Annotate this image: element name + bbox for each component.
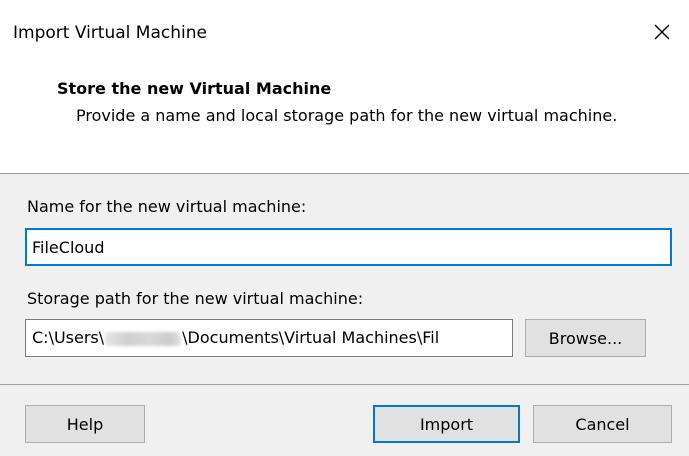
- path-suffix: \Documents\Virtual Machines\Fil: [182, 328, 440, 347]
- wizard-header: Store the new Virtual Machine Provide a …: [0, 70, 689, 173]
- close-icon: [654, 24, 670, 40]
- storage-path-input[interactable]: C:\Users\ \Documents\Virtual Machines\Fil: [25, 319, 513, 357]
- title-bar: Import Virtual Machine: [0, 0, 689, 70]
- redacted-username: [105, 331, 182, 346]
- cancel-button[interactable]: Cancel: [533, 405, 672, 443]
- button-bar: Help Import Cancel: [0, 385, 689, 456]
- header-description: Provide a name and local storage path fo…: [76, 106, 618, 125]
- close-button[interactable]: [640, 12, 684, 52]
- window-title: Import Virtual Machine: [13, 23, 207, 43]
- help-button[interactable]: Help: [25, 405, 145, 443]
- import-button[interactable]: Import: [373, 405, 520, 443]
- header-title: Store the new Virtual Machine: [57, 79, 332, 98]
- path-prefix: C:\Users\: [32, 328, 105, 347]
- import-vm-dialog: Import Virtual Machine Store the new Vir…: [0, 0, 689, 456]
- vm-name-input[interactable]: [25, 228, 672, 266]
- path-label: Storage path for the new virtual machine…: [27, 289, 364, 308]
- form-panel: Name for the new virtual machine: Storag…: [0, 174, 689, 384]
- name-label: Name for the new virtual machine:: [27, 197, 307, 216]
- browse-button[interactable]: Browse...: [525, 319, 646, 357]
